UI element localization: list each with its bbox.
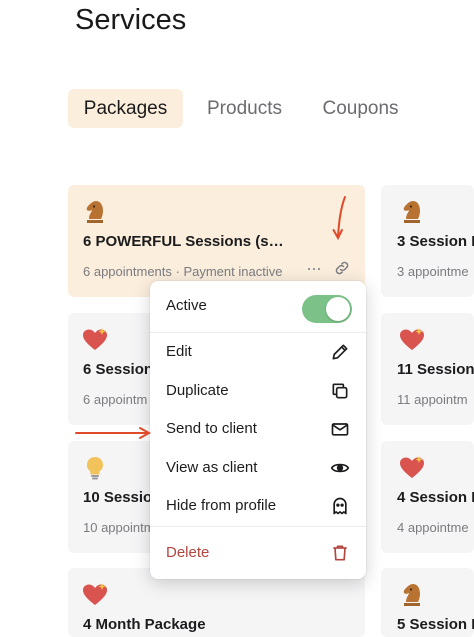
card-meta: 3 appointme (397, 264, 469, 279)
menu-label: Hide from profile (166, 497, 277, 514)
heart-sparkle-icon (82, 327, 108, 353)
menu-label-active: Active (166, 297, 207, 314)
card-meta: 6 appointm (83, 392, 148, 407)
card-title: 6 Session (83, 361, 154, 378)
page-title: Services (75, 4, 187, 36)
annotation-arrow-right (75, 427, 152, 439)
card-actions: ··· (306, 259, 351, 277)
menu-item-duplicate[interactable]: Duplicate (150, 372, 366, 410)
eye-icon (330, 463, 350, 473)
active-toggle[interactable] (302, 295, 352, 323)
menu-label: Edit (166, 343, 192, 360)
card-title: 10 Sessio (83, 489, 153, 506)
card-title: 6 POWERFUL Sessions (s… (83, 233, 284, 250)
tab-coupons[interactable]: Coupons (308, 89, 413, 128)
menu-divider (150, 526, 366, 527)
menu-item-delete[interactable]: Delete (150, 534, 366, 572)
card-meta: 10 appointm (83, 520, 155, 535)
menu-label-delete: Delete (166, 544, 210, 561)
menu-label: Send to client (166, 420, 257, 437)
menu-item-edit[interactable]: Edit (150, 333, 366, 371)
annotation-arrow-down (332, 196, 346, 241)
package-card[interactable]: 4 Session P 4 appointme (381, 441, 474, 553)
package-card[interactable]: 5 Session P (381, 568, 474, 637)
menu-label: View as client (166, 459, 258, 476)
card-meta: 6 appointments · Payment inactive (83, 264, 283, 279)
heart-sparkle-icon (82, 582, 108, 608)
heart-sparkle-icon (399, 327, 425, 353)
more-options-icon[interactable]: ··· (306, 259, 322, 277)
card-title: 11 Session (397, 361, 474, 378)
package-card[interactable]: 11 Session 11 appointm (381, 313, 474, 425)
package-card[interactable]: 3 Session P 3 appointme (381, 185, 474, 297)
chess-knight-icon (399, 199, 425, 225)
menu-item-send-to-client[interactable]: Send to client (150, 410, 366, 448)
package-context-menu: Active Edit Duplicate Send to client Vie… (150, 281, 366, 579)
heart-sparkle-icon (399, 455, 425, 481)
copy-icon (332, 383, 348, 399)
menu-item-hide-from-profile[interactable]: Hide from profile (150, 487, 366, 525)
menu-item-view-as-client[interactable]: View as client (150, 449, 366, 487)
card-meta: 4 appointme (397, 520, 469, 535)
card-title: 3 Session P (397, 233, 474, 250)
chess-knight-icon (82, 199, 108, 225)
chess-knight-icon (399, 582, 425, 608)
menu-item-active: Active (150, 285, 366, 329)
trash-icon (333, 545, 347, 561)
menu-label: Duplicate (166, 382, 229, 399)
tab-products[interactable]: Products (193, 89, 296, 128)
card-title: 4 Month Package (83, 616, 206, 633)
card-title: 4 Session P (397, 489, 474, 506)
toggle-knob (326, 297, 350, 321)
envelope-icon (331, 423, 349, 436)
lightbulb-icon (82, 455, 108, 481)
tab-packages[interactable]: Packages (68, 89, 183, 128)
link-icon[interactable] (333, 259, 351, 277)
card-title: 5 Session P (397, 616, 474, 633)
card-meta: 11 appointm (397, 392, 468, 407)
ghost-icon (333, 497, 347, 515)
pencil-icon (332, 344, 348, 360)
